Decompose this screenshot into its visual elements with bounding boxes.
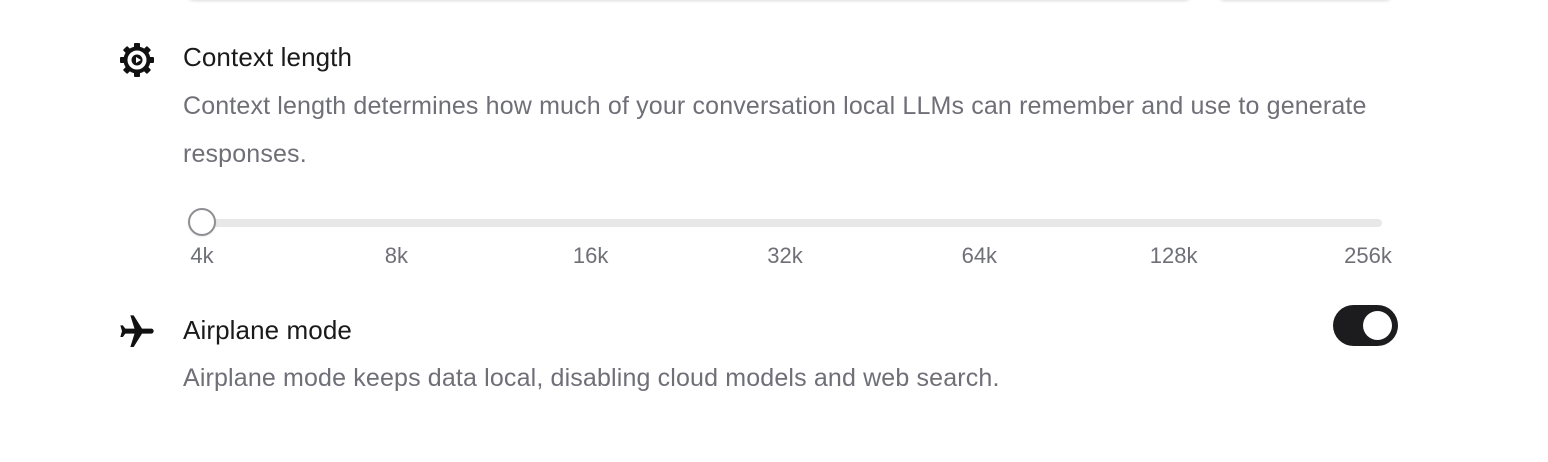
slider-tick-64k[interactable]: 64k xyxy=(962,243,997,269)
slider-track[interactable] xyxy=(198,219,1382,227)
slider-tick-16k[interactable]: 16k xyxy=(573,243,608,269)
cog-icon xyxy=(117,40,157,80)
context-length-slider[interactable] xyxy=(188,208,1386,238)
slider-thumb[interactable] xyxy=(188,208,216,236)
airplane-mode-toggle[interactable] xyxy=(1333,305,1398,346)
airplane-mode-description: Airplane mode keeps data local, disablin… xyxy=(183,364,1000,392)
context-length-description: Context length determines how much of yo… xyxy=(183,92,1367,168)
context-length-title: Context length xyxy=(183,42,353,72)
toggle-knob xyxy=(1363,311,1392,340)
slider-tick-128k[interactable]: 128k xyxy=(1150,243,1198,269)
airplane-mode-title: Airplane mode xyxy=(183,315,352,345)
slider-tick-8k[interactable]: 8k xyxy=(385,243,408,269)
airplane-icon xyxy=(117,312,157,352)
slider-tick-4k[interactable]: 4k xyxy=(190,243,213,269)
slider-tick-32k[interactable]: 32k xyxy=(767,243,802,269)
slider-tick-256k[interactable]: 256k xyxy=(1344,243,1392,269)
